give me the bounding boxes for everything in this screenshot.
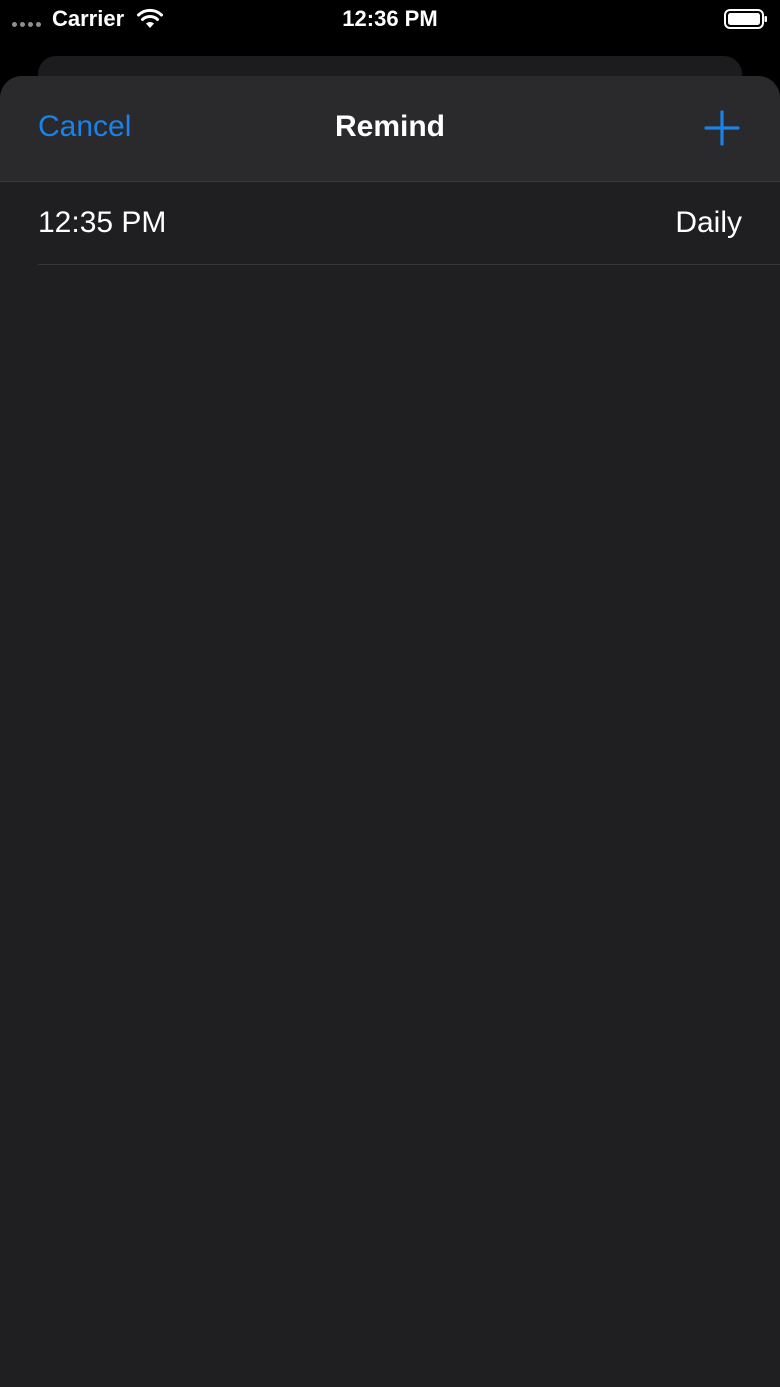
battery-full-icon xyxy=(724,9,767,29)
status-time: 12:36 PM xyxy=(342,6,438,31)
reminder-list: 12:35 PM Daily xyxy=(0,182,780,265)
page-title: Remind xyxy=(334,110,445,143)
screen: Carrier 12:36 PM Cancel Remind 12:35 PM xyxy=(0,0,780,1387)
reminder-time: 12:35 PM xyxy=(38,206,167,239)
navigation-bar: Cancel Remind xyxy=(0,76,780,182)
reminder-row[interactable]: 12:35 PM Daily xyxy=(38,182,780,265)
plus-icon[interactable] xyxy=(704,110,740,146)
reminder-repeat: Daily xyxy=(675,206,742,239)
remind-sheet: Cancel Remind 12:35 PM Daily xyxy=(0,76,780,1387)
status-bar: Carrier 12:36 PM xyxy=(0,0,780,40)
